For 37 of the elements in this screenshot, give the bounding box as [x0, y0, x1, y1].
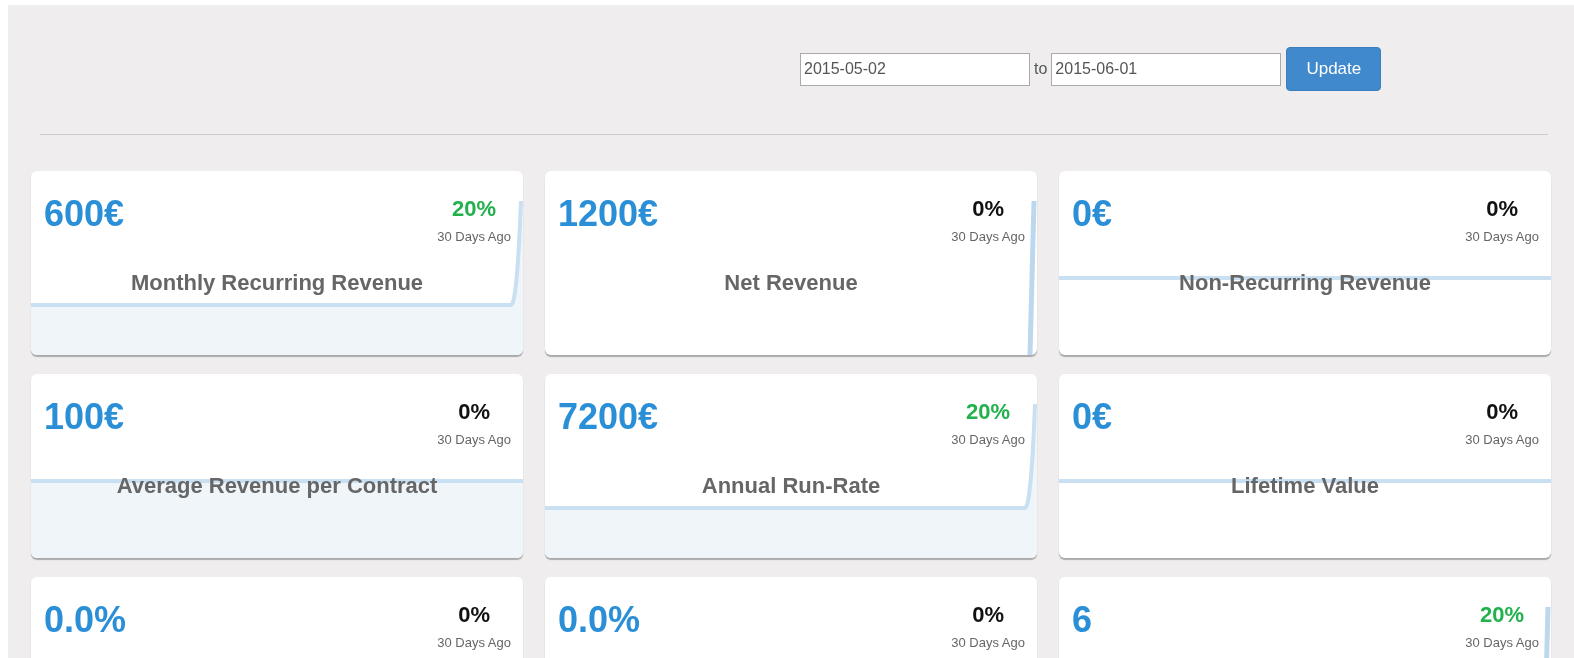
metric-title: Non-Recurring Revenue [1178, 270, 1432, 296]
period-label: 30 Days Ago [437, 229, 511, 244]
period-label: 30 Days Ago [1465, 229, 1539, 244]
period-label: 30 Days Ago [437, 432, 511, 447]
metric-value: 0.0% [558, 599, 641, 642]
date-to-field[interactable]: 2015-06-01 [1051, 52, 1282, 86]
change-percent: 0% [972, 196, 1005, 222]
change-percent: 20% [452, 196, 497, 222]
period-label: 30 Days Ago [951, 432, 1025, 447]
metric-title: Monthly Recurring Revenue [129, 270, 425, 296]
metric-value: 7200€ [558, 396, 659, 439]
metric-title: Average Revenue per Contract [115, 473, 439, 499]
period-label: 30 Days Ago [437, 635, 511, 650]
metric-value: 0.0% [44, 599, 127, 642]
metric-title: Lifetime Value [1230, 473, 1380, 499]
period-label: 30 Days Ago [951, 635, 1025, 650]
metric-title: Net Revenue [723, 270, 859, 296]
metric-value: 1200€ [558, 193, 659, 236]
metric-value: 0€ [1072, 193, 1113, 236]
change-percent: 0% [1486, 399, 1519, 425]
date-from-field[interactable]: 2015-05-02 [800, 52, 1030, 86]
period-label: 30 Days Ago [951, 229, 1025, 244]
change-percent: 20% [1480, 602, 1525, 628]
metric-value: 6 [1072, 599, 1093, 642]
metric-value: 100€ [44, 396, 125, 439]
metric-title: Annual Run-Rate [700, 473, 882, 499]
change-percent: 0% [458, 602, 491, 628]
period-label: 30 Days Ago [1465, 635, 1539, 650]
period-label: 30 Days Ago [1465, 432, 1539, 447]
update-button[interactable]: Update [1286, 47, 1382, 91]
change-percent: 20% [966, 399, 1011, 425]
change-percent: 0% [458, 399, 491, 425]
metric-value: 600€ [44, 193, 125, 236]
change-percent: 0% [1486, 196, 1519, 222]
metric-value: 0€ [1072, 396, 1113, 439]
change-percent: 0% [972, 602, 1005, 628]
range-separator: to [1034, 60, 1048, 78]
